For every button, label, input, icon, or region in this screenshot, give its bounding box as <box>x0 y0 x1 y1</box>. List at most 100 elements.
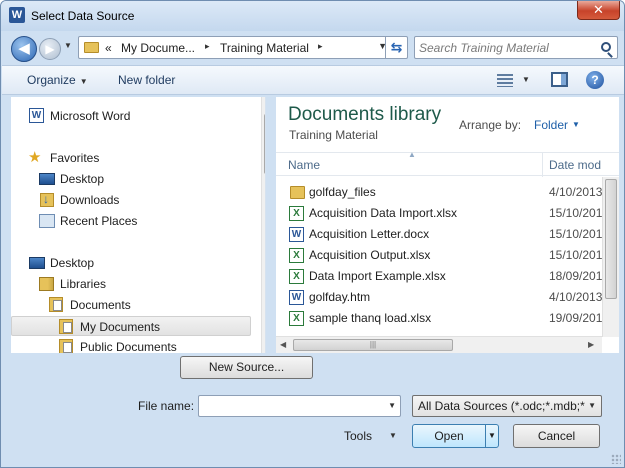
navigation-pane: W Microsoft Word ★ Favorites Desktop Dow… <box>11 97 266 353</box>
nav-item-label: Recent Places <box>60 214 138 228</box>
tools-menu-button[interactable]: Tools <box>344 429 372 443</box>
column-divider[interactable] <box>542 153 543 177</box>
nav-item-downloads[interactable]: Downloads <box>11 190 251 210</box>
file-row-acquisition-output[interactable]: X Acquisition Output.xlsx 15/10/201 <box>276 245 606 266</box>
desktop-icon <box>29 257 45 269</box>
scrollbar-thumb[interactable] <box>264 114 265 174</box>
file-date: 15/10/201 <box>549 206 603 220</box>
recent-locations-dropdown[interactable]: ▼ <box>64 41 72 50</box>
star-icon: ★ <box>28 149 42 166</box>
chevron-down-icon[interactable]: ▼ <box>388 401 396 410</box>
refresh-button[interactable]: ⇆ <box>385 37 407 58</box>
chevron-down-icon[interactable]: ▼ <box>572 120 580 129</box>
address-bar[interactable]: « My Docume... ▸ Training Material ▸ ▼ ⇆ <box>78 36 408 59</box>
scroll-right-icon[interactable]: ▶ <box>588 340 594 349</box>
nav-item-label: Public Documents <box>80 340 177 353</box>
breadcrumb-overflow[interactable]: « <box>105 41 112 55</box>
command-bar: Organize ▼ New folder ▼ ? <box>2 65 624 95</box>
search-icon[interactable] <box>601 42 611 52</box>
cancel-button[interactable]: Cancel <box>513 424 600 448</box>
new-folder-button[interactable]: New folder <box>118 73 175 87</box>
close-button[interactable]: ✕ <box>577 1 620 20</box>
help-icon[interactable]: ? <box>586 71 604 89</box>
nav-item-label: Microsoft Word <box>50 109 131 123</box>
file-date: 4/10/2013 <box>549 185 603 199</box>
desktop-icon <box>39 173 55 185</box>
navigation-scrollbar[interactable]: ▲ <box>261 97 265 353</box>
word-doc-icon: W <box>289 290 304 305</box>
sort-ascending-icon: ▲ <box>408 150 416 159</box>
excel-icon: X <box>289 311 304 326</box>
scrollbar-thumb[interactable]: ||| <box>293 339 453 351</box>
nav-item-my-documents[interactable]: My Documents <box>11 316 251 336</box>
dialog-title: Select Data Source <box>31 9 135 23</box>
recent-places-icon <box>39 214 55 228</box>
nav-item-favorites[interactable]: ★ Favorites <box>11 148 251 168</box>
file-date: 15/10/201 <box>549 248 603 262</box>
file-date: 18/09/201 <box>549 269 603 283</box>
file-list-horizontal-scrollbar[interactable]: ◀ ||| ▶ <box>276 336 602 353</box>
file-row-golfday-htm[interactable]: W golfday.htm 4/10/2013 <box>276 287 606 308</box>
excel-icon: X <box>289 269 304 284</box>
search-input[interactable] <box>419 40 589 56</box>
file-row-golfday-files[interactable]: golfday_files 4/10/2013 <box>276 182 606 203</box>
excel-icon: X <box>289 206 304 221</box>
file-name: sample thanq load.xlsx <box>309 311 432 325</box>
file-row-acquisition-letter[interactable]: W Acquisition Letter.docx 15/10/201 <box>276 224 606 245</box>
view-options-dropdown[interactable]: ▼ <box>522 75 530 84</box>
scrollbar-thumb[interactable] <box>605 179 617 299</box>
open-button[interactable]: Open ▼ <box>412 424 499 448</box>
column-header-name[interactable]: Name <box>288 158 320 172</box>
file-type-value: All Data Sources (*.odc;*.mdb;* <box>418 399 585 413</box>
nav-item-recent-places[interactable]: Recent Places <box>11 211 251 231</box>
breadcrumb-separator[interactable]: ▸ <box>318 41 323 52</box>
back-button[interactable]: ◀ <box>11 36 37 62</box>
nav-item-documents[interactable]: Documents <box>11 295 251 315</box>
nav-item-desktop-root[interactable]: Desktop <box>11 253 251 273</box>
arrange-by-label: Arrange by: <box>459 118 522 132</box>
breadcrumb-separator[interactable]: ▸ <box>205 41 210 52</box>
column-header-row: Name ▲ Date mod <box>276 150 619 177</box>
file-name: Data Import Example.xlsx <box>309 269 446 283</box>
folder-icon <box>59 319 73 334</box>
file-name-combobox[interactable]: ▼ <box>198 395 401 417</box>
file-name: Acquisition Output.xlsx <box>309 248 431 262</box>
organize-button[interactable]: Organize ▼ <box>27 73 88 87</box>
chevron-down-icon: ▼ <box>588 401 596 410</box>
scroll-left-icon[interactable]: ◀ <box>280 340 286 349</box>
select-data-source-dialog: W Select Data Source ✕ ◀ ▶ ▼ « My Docume… <box>0 0 625 468</box>
nav-item-label: Desktop <box>60 172 105 186</box>
word-app-icon: W <box>9 7 25 23</box>
forward-button[interactable]: ▶ <box>39 38 61 60</box>
file-row-acquisition-data-import[interactable]: X Acquisition Data Import.xlsx 15/10/201 <box>276 203 606 224</box>
chevron-down-icon[interactable]: ▼ <box>389 431 397 440</box>
file-name-input[interactable] <box>202 398 377 414</box>
library-title: Documents library <box>288 104 442 125</box>
file-row-data-import-example[interactable]: X Data Import Example.xlsx 18/09/201 <box>276 266 606 287</box>
new-source-button[interactable]: New Source... <box>180 356 313 379</box>
breadcrumb-training-material[interactable]: Training Material <box>220 41 309 55</box>
nav-item-desktop[interactable]: Desktop <box>11 169 251 189</box>
excel-icon: X <box>289 248 304 263</box>
change-view-icon[interactable] <box>497 74 513 87</box>
libraries-icon <box>39 277 54 291</box>
arrange-by-dropdown[interactable]: Folder <box>534 118 568 132</box>
file-date: 15/10/201 <box>549 227 603 241</box>
open-options-dropdown[interactable]: ▼ <box>488 425 496 447</box>
search-box[interactable] <box>414 36 618 59</box>
preview-pane-icon[interactable] <box>551 72 568 87</box>
file-type-select[interactable]: All Data Sources (*.odc;*.mdb;* ▼ <box>412 395 602 417</box>
nav-item-libraries[interactable]: Libraries <box>11 274 251 294</box>
file-name: Acquisition Letter.docx <box>309 227 430 241</box>
resize-grip[interactable] <box>611 454 621 464</box>
downloads-icon <box>40 192 54 207</box>
file-list-vertical-scrollbar[interactable] <box>602 177 619 337</box>
file-row-sample-thanq-load[interactable]: X sample thanq load.xlsx 19/09/201 <box>276 308 606 329</box>
file-name: golfday.htm <box>309 290 371 304</box>
nav-item-public-documents[interactable]: Public Documents <box>11 337 251 353</box>
open-label: Open <box>434 429 464 443</box>
column-header-date[interactable]: Date mod <box>549 158 601 172</box>
organize-label: Organize <box>27 73 76 87</box>
nav-item-microsoft-word[interactable]: W Microsoft Word <box>11 106 251 126</box>
breadcrumb-my-documents[interactable]: My Docume... <box>121 41 195 55</box>
